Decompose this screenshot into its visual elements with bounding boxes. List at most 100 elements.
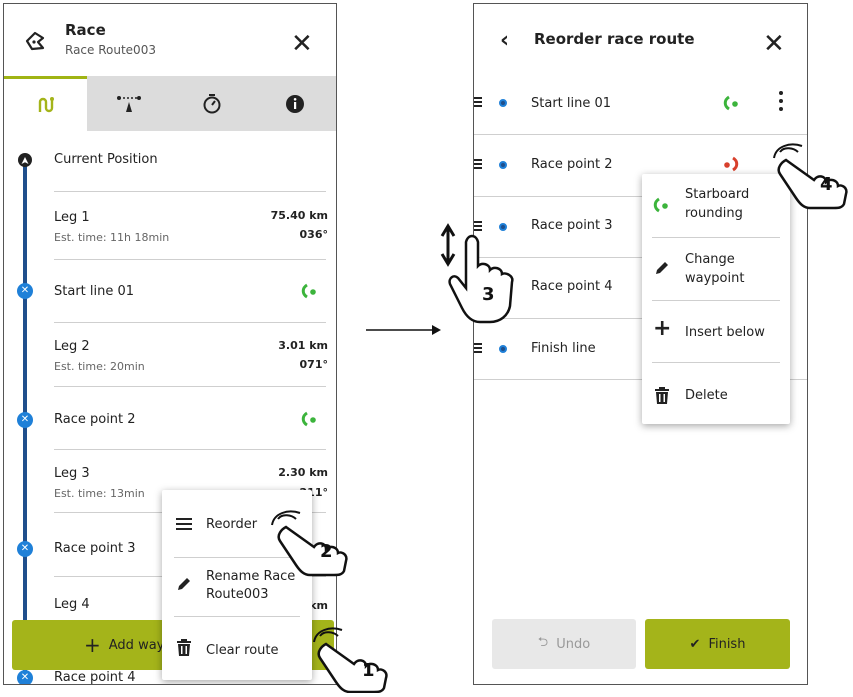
leg-label: Leg 2 <box>54 339 90 354</box>
waypoint-label: Finish line <box>531 341 596 356</box>
starboard-rounding-icon <box>300 410 318 432</box>
waypoint-label: Start line 01 <box>54 284 135 299</box>
drag-handle-icon[interactable] <box>474 343 482 355</box>
starboard-rounding-icon <box>722 94 740 116</box>
plus-icon: + <box>84 633 101 657</box>
leg-est-time: Est. time: 20min <box>54 360 145 373</box>
waypoint-remove-icon[interactable]: ✕ <box>17 670 33 684</box>
menu-item-label: rounding <box>685 206 743 221</box>
more-options-icon[interactable] <box>779 91 783 111</box>
step-number: 3 <box>482 284 495 305</box>
waypoint-row[interactable]: ✕ Race point 2 <box>4 387 336 449</box>
menu-item-starboard-rounding[interactable]: Starboard rounding <box>642 174 790 236</box>
route-tab-icon <box>38 97 54 113</box>
leg-row[interactable]: Leg 2 Est. time: 20min 3.01 km 071° <box>4 323 336 385</box>
waypoint-dot-icon <box>499 161 507 169</box>
leg-distance: km <box>309 599 328 612</box>
waypoint-label: Race point 4 <box>531 279 613 294</box>
arrow-right-icon <box>366 321 442 340</box>
menu-item-label: waypoint <box>685 271 745 286</box>
menu-item-label: Reorder <box>206 517 258 532</box>
checkmark-icon: ✔ <box>689 636 701 652</box>
leg-bearing: 071° <box>299 358 328 371</box>
menu-item-label: Clear route <box>206 643 279 658</box>
menu-item-label: Delete <box>685 388 728 403</box>
waypoint-label: Race point 2 <box>54 412 136 427</box>
info-icon <box>285 94 304 113</box>
page-title: Reorder race route <box>534 30 695 48</box>
leg-distance: 75.40 km <box>270 209 328 222</box>
reorder-icon <box>176 518 192 530</box>
waypoint-label: Race point 2 <box>531 157 613 172</box>
menu-item-label: Starboard <box>685 187 750 202</box>
leg-label: Leg 1 <box>54 210 90 225</box>
reorder-row[interactable]: Start line 01 <box>474 73 807 133</box>
leg-label: Leg 4 <box>54 597 90 612</box>
drag-handle-icon[interactable] <box>474 159 482 171</box>
menu-item-delete[interactable]: Delete <box>642 363 790 423</box>
pencil-icon <box>176 576 192 596</box>
page-subtitle: Race Route003 <box>65 43 156 57</box>
menu-item-clear-route[interactable]: Clear route <box>162 617 312 677</box>
tap-gesture-hand-icon: 4 <box>770 140 852 216</box>
leg-row[interactable]: Leg 1 Est. time: 11h 18min 75.40 km 036° <box>4 192 336 258</box>
trash-icon <box>176 639 192 661</box>
waypoint-label: Race point 3 <box>54 541 136 556</box>
waypoint-dot-icon <box>499 345 507 353</box>
finish-label: Finish <box>708 636 746 652</box>
waypoint-label: Race point 3 <box>531 218 613 233</box>
tap-gesture-hand-icon: 1 <box>306 624 396 697</box>
route-icon <box>24 30 46 56</box>
drag-handle-icon[interactable] <box>474 97 482 109</box>
race-route-screen: Race Race Route003 ✕ Current Position Le… <box>3 3 337 685</box>
starboard-rounding-icon <box>652 196 670 218</box>
drag-gesture-hand-icon: 3 <box>436 222 526 330</box>
leg-distance: 2.30 km <box>278 466 328 479</box>
menu-item-insert-below[interactable]: + Insert below <box>642 301 790 361</box>
back-chevron-icon[interactable]: ‹ <box>500 30 509 52</box>
leg-est-time: Est. time: 11h 18min <box>54 231 170 244</box>
step-number: 1 <box>362 660 375 681</box>
waypoint-remove-icon[interactable]: ✕ <box>17 541 33 557</box>
waypoint-label: Race point 4 <box>54 670 136 685</box>
add-waypoint-label: Add way <box>108 637 165 653</box>
waypoint-remove-icon[interactable]: ✕ <box>17 412 33 428</box>
tab-bar <box>4 76 336 131</box>
close-icon[interactable]: ✕ <box>291 31 313 57</box>
tab-info[interactable] <box>253 76 336 131</box>
tap-gesture-hand-icon: 2 <box>266 505 356 581</box>
waypoint-options-menu: Starboard rounding Change waypoint + Ins… <box>642 174 790 424</box>
undo-button[interactable]: ⮌ Undo <box>492 619 636 669</box>
leg-distance: 3.01 km <box>278 339 328 352</box>
timer-icon <box>203 93 220 113</box>
starboard-rounding-icon <box>300 282 318 304</box>
undo-icon: ⮌ <box>537 635 549 650</box>
menu-item-change-waypoint[interactable]: Change waypoint <box>642 238 790 299</box>
leg-bearing: 036° <box>299 228 328 241</box>
step-number: 4 <box>820 174 833 195</box>
waypoint-remove-icon[interactable]: ✕ <box>17 283 33 299</box>
waypoint-row[interactable]: ✕ Start line 01 <box>4 260 336 322</box>
current-position-label: Current Position <box>54 152 158 167</box>
finish-button[interactable]: ✔ Finish <box>645 619 790 669</box>
menu-item-label: Insert below <box>685 325 765 340</box>
menu-item-label: Route003 <box>206 587 269 602</box>
tab-start-line[interactable] <box>87 76 170 131</box>
undo-label: Undo <box>556 636 591 652</box>
current-position-icon <box>18 153 32 167</box>
waypoint-label: Start line 01 <box>531 96 612 111</box>
plus-icon: + <box>653 316 672 341</box>
start-line-icon <box>116 95 141 112</box>
waypoint-dot-icon <box>499 99 507 107</box>
leg-est-time: Est. time: 13min <box>54 487 145 500</box>
pencil-icon <box>654 260 670 280</box>
step-number: 2 <box>320 541 333 562</box>
page-title: Race <box>65 21 106 39</box>
reorder-route-screen: ‹ Reorder race route ✕ Start line 01 Rac… <box>473 3 808 685</box>
close-icon[interactable]: ✕ <box>763 31 785 57</box>
leg-label: Leg 3 <box>54 466 90 481</box>
tab-timer[interactable] <box>170 76 253 131</box>
tab-route[interactable] <box>4 76 87 131</box>
menu-item-label: Change <box>685 252 735 267</box>
trash-icon <box>654 387 670 409</box>
